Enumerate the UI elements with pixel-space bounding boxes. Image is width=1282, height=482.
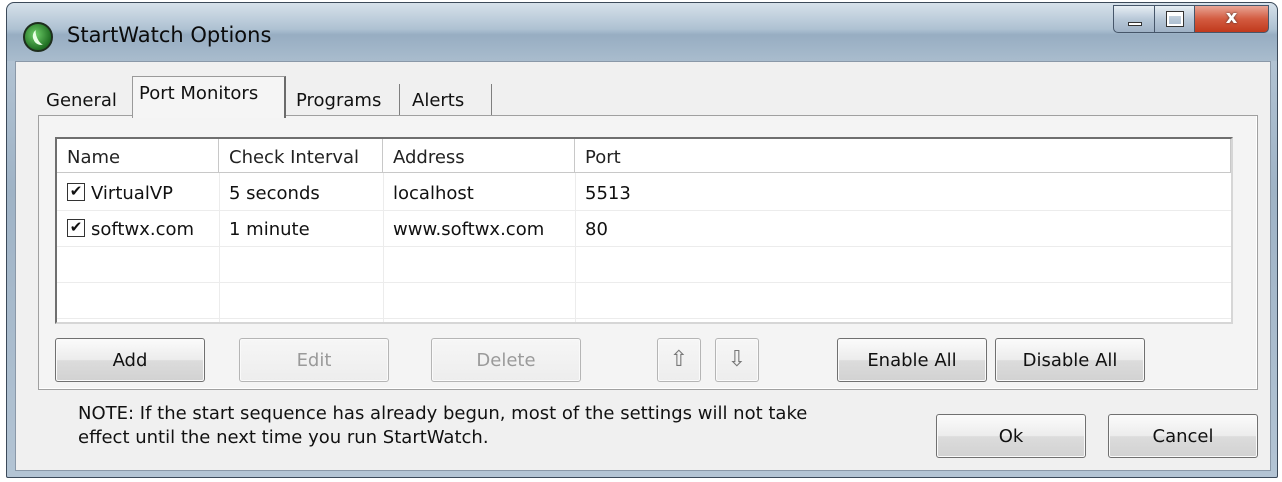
monitor-interval: 5 seconds: [229, 183, 320, 204]
maximize-button[interactable]: [1155, 5, 1195, 33]
row-enabled-checkbox[interactable]: ✔: [67, 183, 85, 201]
window-title: StartWatch Options: [67, 23, 272, 47]
table-row[interactable]: ✔ VirtualVP 5 seconds localhost 5513: [57, 175, 1231, 211]
column-header-check-interval[interactable]: Check Interval: [219, 139, 383, 173]
add-button[interactable]: Add: [55, 338, 205, 382]
list-header: Name Check Interval Address Port: [57, 139, 1231, 173]
maximize-icon: [1166, 11, 1184, 27]
title-bar[interactable]: StartWatch Options x: [7, 3, 1277, 61]
note-line-1: NOTE: If the start sequence has already …: [78, 403, 808, 424]
port-monitors-panel: Name Check Interval Address Port ✔ Virtu…: [38, 115, 1258, 390]
monitor-port: 80: [585, 219, 608, 240]
minimize-icon: [1128, 22, 1142, 26]
column-header-name[interactable]: Name: [57, 139, 219, 173]
empty-row: [57, 247, 1231, 283]
monitor-address: www.softwx.com: [393, 219, 545, 240]
settings-note: NOTE: If the start sequence has already …: [78, 402, 898, 450]
tab-programs[interactable]: Programs: [290, 84, 400, 116]
close-icon: x: [1225, 7, 1238, 28]
startwatch-logo-icon: [23, 22, 53, 52]
move-up-button[interactable]: ⇧: [657, 338, 701, 382]
close-button[interactable]: x: [1195, 5, 1269, 33]
enable-all-button[interactable]: Enable All: [837, 338, 987, 382]
monitor-name: softwx.com: [91, 219, 195, 240]
ok-button[interactable]: Ok: [936, 414, 1086, 458]
move-down-button[interactable]: ⇩: [715, 338, 759, 382]
port-monitor-list[interactable]: Name Check Interval Address Port ✔ Virtu…: [55, 137, 1233, 324]
tab-general[interactable]: General: [40, 84, 134, 116]
delete-button[interactable]: Delete: [431, 338, 581, 382]
minimize-button[interactable]: [1113, 5, 1155, 33]
monitor-address: localhost: [393, 183, 474, 204]
tab-port-monitors[interactable]: Port Monitors: [132, 76, 286, 118]
arrow-up-icon: ⇧: [669, 347, 689, 372]
table-row[interactable]: ✔ softwx.com 1 minute www.softwx.com 80: [57, 211, 1231, 247]
window-controls: x: [1113, 5, 1269, 33]
cancel-button[interactable]: Cancel: [1108, 414, 1258, 458]
monitor-port: 5513: [585, 183, 631, 204]
column-header-address[interactable]: Address: [383, 139, 575, 173]
row-enabled-checkbox[interactable]: ✔: [67, 219, 85, 237]
dialog-body: General Port Monitors Programs Alerts Na…: [15, 61, 1271, 471]
arrow-down-icon: ⇩: [727, 347, 747, 372]
disable-all-button[interactable]: Disable All: [995, 338, 1145, 382]
empty-row: [57, 283, 1231, 319]
column-header-port[interactable]: Port: [575, 139, 1231, 173]
note-line-2: effect until the next time you run Start…: [78, 427, 489, 448]
tab-alerts[interactable]: Alerts: [406, 84, 492, 116]
monitor-name: VirtualVP: [91, 183, 173, 204]
monitor-interval: 1 minute: [229, 219, 310, 240]
edit-button[interactable]: Edit: [239, 338, 389, 382]
options-dialog: StartWatch Options x General Port Monito…: [6, 2, 1278, 478]
